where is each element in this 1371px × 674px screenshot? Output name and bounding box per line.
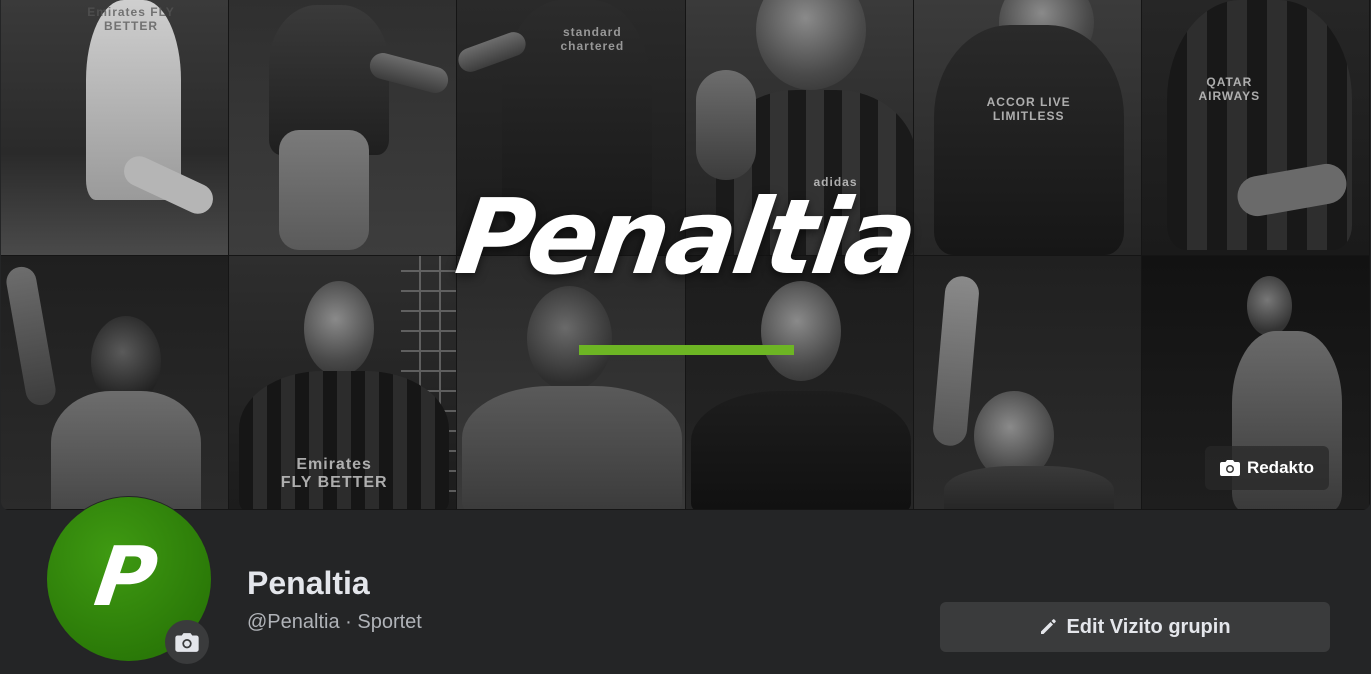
edit-page-button[interactable]: Edit Vizito grupin: [940, 602, 1330, 652]
pencil-icon: [1041, 619, 1057, 634]
jersey-text: Emirates FLY BETTER: [87, 5, 175, 33]
camera-icon: [1219, 460, 1240, 476]
camera-icon: [175, 632, 199, 652]
cover-photo[interactable]: Emirates FLY BETTER standard chartered a…: [1, 0, 1370, 510]
logo-underline: [579, 345, 794, 355]
jersey-text: Emirates FLY BETTER: [280, 456, 388, 491]
jersey-text: QATAR AIRWAYS: [1198, 75, 1261, 103]
cover-logo: Penaltia: [1, 176, 1370, 298]
avatar-logo-letter: P: [89, 529, 163, 625]
avatar-edit-button[interactable]: [165, 620, 209, 664]
cover-tile: [913, 256, 1142, 510]
edit-page-label: Edit Vizito grupin: [1066, 615, 1231, 638]
edit-cover-button[interactable]: Redakto: [1205, 446, 1329, 490]
logo-text: Penaltia: [449, 176, 922, 298]
jersey-text: standard chartered: [560, 25, 625, 53]
cover-tile: Emirates FLY BETTER: [229, 256, 458, 510]
cover-tile: [1, 256, 230, 510]
jersey-text: ACCOR LIVE LIMITLESS: [986, 95, 1071, 123]
page-subtitle: @Penaltia · Sportet: [247, 611, 422, 633]
edit-cover-label: Redakto: [1246, 458, 1315, 477]
page-title: Penaltia: [247, 565, 370, 601]
